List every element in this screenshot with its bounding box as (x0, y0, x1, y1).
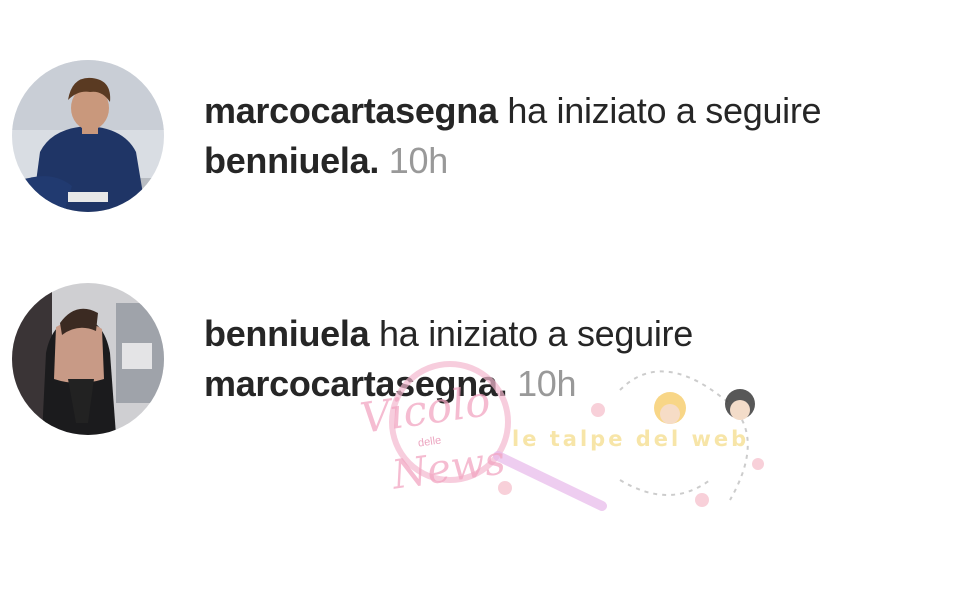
timestamp: 10h (517, 363, 577, 404)
action-text: ha iniziato a seguire (379, 313, 693, 354)
period: . (369, 140, 380, 181)
period: . (497, 363, 508, 404)
timestamp: 10h (388, 140, 448, 181)
profile-photo-woman-icon (12, 283, 164, 435)
notification-text: benniuela ha iniziato a seguire marcocar… (204, 309, 954, 409)
action-text: ha iniziato a seguire (507, 90, 822, 131)
notification-text: marcocartasegna ha iniziato a seguire be… (204, 86, 954, 186)
target-username[interactable]: benniuela (204, 140, 370, 181)
avatar[interactable] (12, 283, 164, 435)
profile-photo-man-icon (12, 60, 164, 212)
actor-username[interactable]: benniuela (204, 313, 370, 354)
avatar[interactable] (12, 60, 164, 212)
watermark-tagline: le talpe del web (512, 427, 750, 451)
actor-username[interactable]: marcocartasegna (204, 90, 498, 131)
watermark-brand-bottom: News (389, 437, 509, 499)
